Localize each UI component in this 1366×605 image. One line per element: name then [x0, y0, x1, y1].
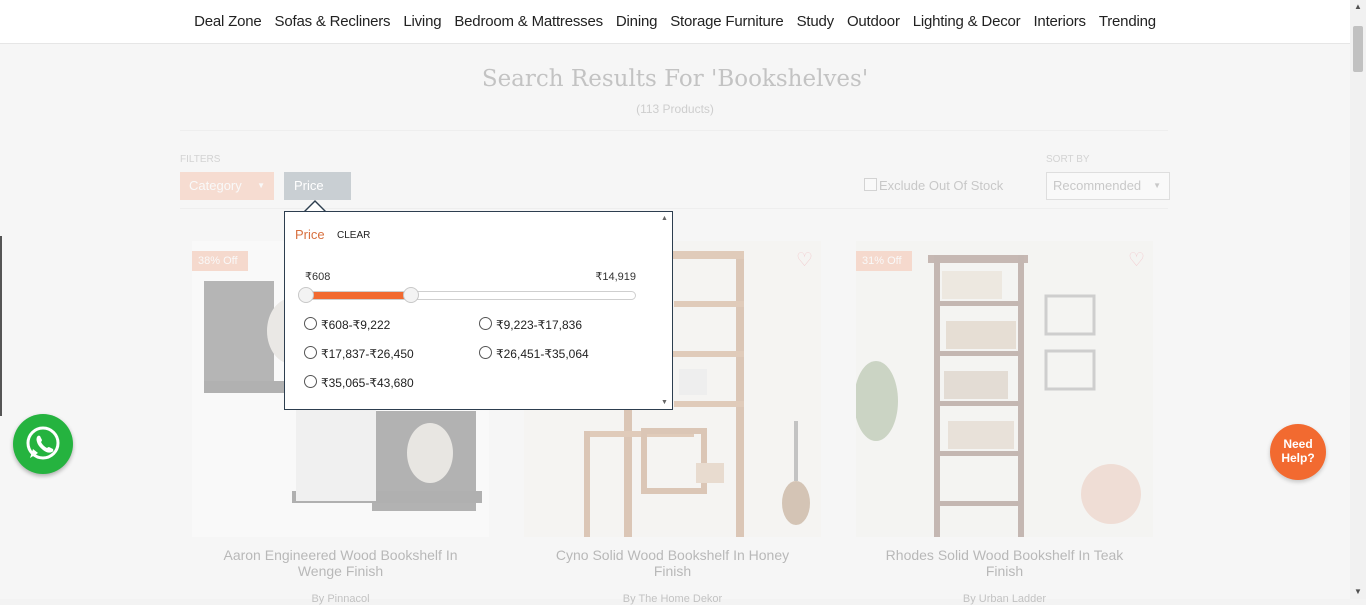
price-option[interactable]: ₹608-₹9,222 [304, 317, 390, 332]
price-option-label: ₹35,065-₹43,680 [321, 376, 414, 390]
discount-badge: 38% Off [192, 251, 248, 271]
search-results-page: Search Results For 'Bookshelves' (113 Pr… [0, 44, 1350, 605]
product-brand: By Urban Ladder [962, 593, 1047, 605]
chevron-down-icon: ▼ [1153, 181, 1161, 190]
divider [180, 208, 1168, 209]
nav-item-dining[interactable]: Dining [616, 13, 658, 30]
sort-selected-value: Recommended [1053, 178, 1142, 193]
radio-button[interactable] [479, 317, 492, 330]
radio-button[interactable] [304, 375, 317, 388]
side-tab[interactable] [0, 236, 2, 416]
price-option[interactable]: ₹17,837-₹26,450 [304, 346, 414, 361]
top-nav: Deal Zone Sofas & Recliners Living Bedro… [0, 0, 1350, 44]
page-title: Search Results For 'Bookshelves' [481, 66, 869, 92]
category-filter-button[interactable]: Category ▼ [180, 172, 274, 200]
price-filter-label: Price [294, 178, 324, 193]
help-line-1: Need [1283, 437, 1313, 451]
price-option-label: ₹9,223-₹17,836 [496, 318, 582, 332]
exclude-checkbox[interactable] [864, 178, 877, 191]
price-min-label: ₹608 [305, 271, 331, 283]
category-filter-label: Category [189, 178, 242, 193]
price-slider-max-handle[interactable] [403, 287, 420, 303]
wishlist-heart-icon[interactable]: ♡ [1128, 249, 1145, 272]
page-scrollbar[interactable]: ▲ ▼ [1350, 0, 1366, 599]
product-card[interactable]: 31% Off ♡ Rhodes Solid Wood Bookshelf In… [856, 241, 1153, 605]
scroll-up-icon[interactable]: ▲ [1350, 0, 1366, 14]
price-filter-dropdown: Price CLEAR ₹608 ₹14,919 ₹608-₹9,222 ₹9,… [284, 211, 673, 410]
price-dropdown-title: Price [295, 227, 325, 242]
filters-label: FILTERS [180, 154, 221, 165]
price-range-fill [306, 292, 412, 299]
whatsapp-icon [26, 426, 60, 460]
product-brand: By Pinnacol [311, 593, 370, 605]
product-count: (113 Products) [636, 102, 714, 116]
price-option[interactable]: ₹26,451-₹35,064 [479, 346, 589, 361]
product-image[interactable]: 31% Off ♡ [856, 241, 1153, 537]
radio-button[interactable] [304, 346, 317, 359]
nav-item-deal-zone[interactable]: Deal Zone [194, 13, 262, 30]
sort-by-label: SORT BY [1046, 154, 1090, 165]
chevron-down-icon: ▼ [257, 181, 265, 190]
nav-item-interiors[interactable]: Interiors [1033, 13, 1086, 30]
scrollbar-thumb[interactable] [1353, 26, 1363, 72]
scroll-down-icon[interactable]: ▼ [657, 399, 672, 406]
nav-item-lighting-decor[interactable]: Lighting & Decor [913, 13, 1021, 30]
nav-item-storage-furniture[interactable]: Storage Furniture [670, 13, 784, 30]
nav-item-outdoor[interactable]: Outdoor [847, 13, 900, 30]
nav-item-bedroom-mattresses[interactable]: Bedroom & Mattresses [454, 13, 603, 30]
price-max-label: ₹14,919 [595, 271, 636, 283]
price-option[interactable]: ₹35,065-₹43,680 [304, 375, 414, 390]
price-option[interactable]: ₹9,223-₹17,836 [479, 317, 582, 332]
price-slider-min-handle[interactable] [298, 287, 314, 303]
sort-select[interactable]: Recommended ▼ [1046, 172, 1170, 200]
product-name[interactable]: Cyno Solid Wood Bookshelf In Honey Finis… [524, 547, 821, 579]
price-option-label: ₹608-₹9,222 [321, 318, 391, 332]
exclude-label: Exclude Out Of Stock [879, 178, 1004, 193]
price-option-label: ₹26,451-₹35,064 [496, 347, 589, 361]
scroll-down-icon[interactable]: ▼ [1350, 585, 1366, 599]
nav-item-trending[interactable]: Trending [1099, 13, 1156, 30]
product-name[interactable]: Aaron Engineered Wood Bookshelf In Wenge… [192, 547, 489, 579]
exclude-out-of-stock[interactable]: Exclude Out Of Stock [864, 178, 1003, 193]
price-filter-button[interactable]: Price [284, 172, 351, 200]
nav-item-study[interactable]: Study [797, 13, 835, 30]
divider [180, 130, 1168, 131]
need-help-button[interactable]: Need Help? [1270, 424, 1326, 480]
nav-item-sofas-recliners[interactable]: Sofas & Recliners [275, 13, 391, 30]
product-brand: By The Home Dekor [622, 593, 723, 605]
radio-button[interactable] [479, 346, 492, 359]
radio-button[interactable] [304, 317, 317, 330]
discount-badge: 31% Off [856, 251, 912, 271]
whatsapp-button[interactable] [13, 414, 73, 474]
dropdown-scrollbar[interactable]: ▲ ▼ [657, 212, 672, 409]
product-name[interactable]: Rhodes Solid Wood Bookshelf In Teak Fini… [856, 547, 1153, 579]
wishlist-heart-icon[interactable]: ♡ [796, 249, 813, 272]
scroll-up-icon[interactable]: ▲ [657, 215, 672, 222]
nav-item-living[interactable]: Living [403, 13, 441, 30]
price-option-label: ₹17,837-₹26,450 [321, 347, 414, 361]
clear-button[interactable]: CLEAR [337, 230, 370, 241]
bookshelf-illustration [856, 241, 1153, 537]
help-line-2: Help? [1281, 451, 1315, 465]
price-range-slider[interactable] [298, 287, 636, 303]
